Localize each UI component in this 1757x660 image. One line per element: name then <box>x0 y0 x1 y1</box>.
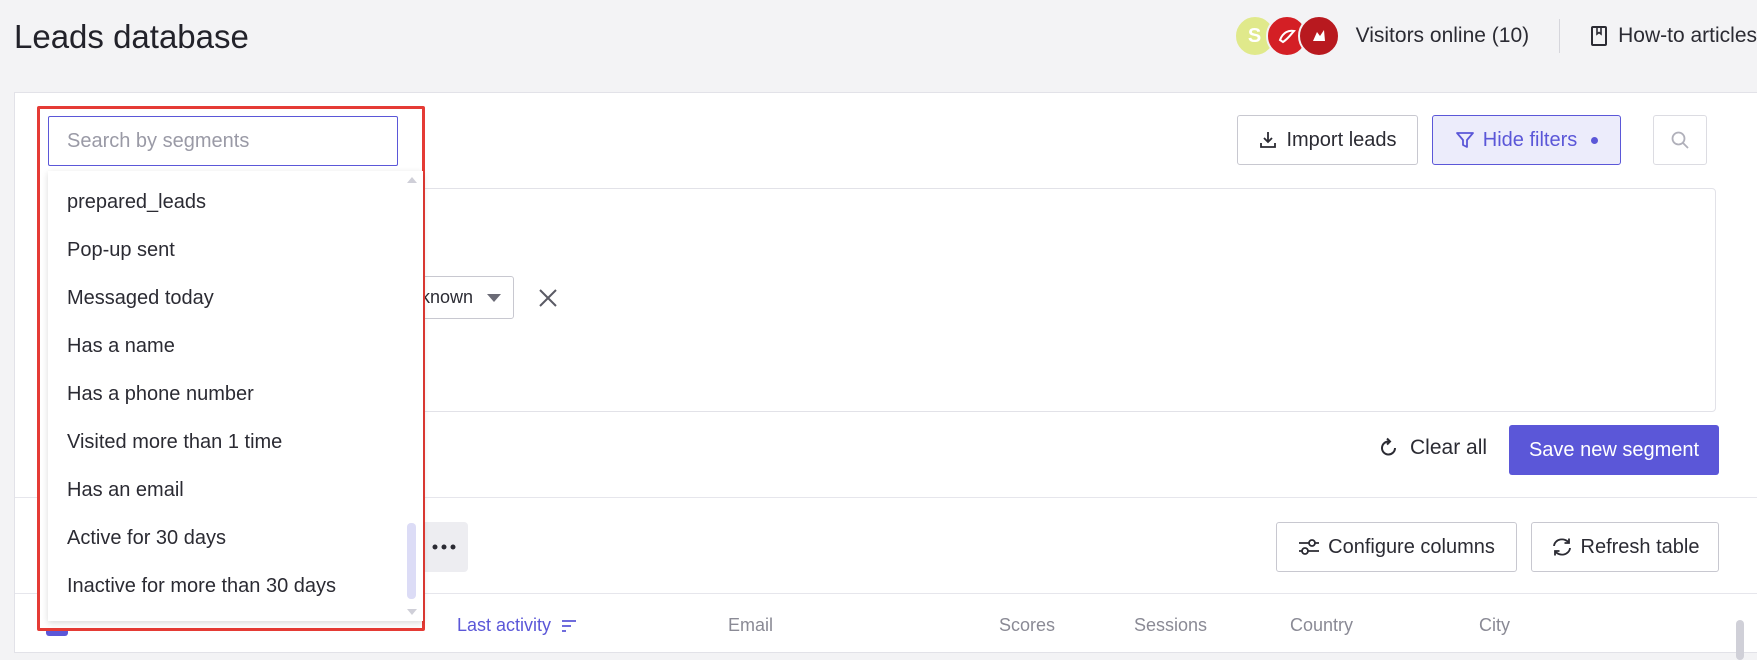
avatar[interactable] <box>1297 15 1340 57</box>
hide-filters-button[interactable]: Hide filters <box>1432 115 1621 165</box>
segment-option[interactable]: prepared_leads <box>67 191 206 214</box>
visitors-online-link[interactable]: Visitors online (10) <box>1356 24 1530 48</box>
segment-search-input[interactable] <box>48 116 398 166</box>
scrollbar-thumb[interactable] <box>1736 620 1744 660</box>
segment-option[interactable]: Visited more than 1 time <box>67 431 282 454</box>
scroll-down-arrow-icon[interactable] <box>407 609 417 615</box>
segment-option[interactable]: Messaged today <box>67 287 214 310</box>
refresh-table-button[interactable]: Refresh table <box>1531 522 1719 572</box>
search-button[interactable] <box>1653 115 1707 165</box>
segment-dropdown: prepared_leads Pop-up sent Messaged toda… <box>37 106 425 631</box>
segment-option[interactable]: Has a phone number <box>67 383 254 406</box>
column-header-last-activity-label: Last activity <box>457 615 552 635</box>
filter-icon <box>1455 132 1474 148</box>
column-header-email[interactable]: Email <box>728 615 773 636</box>
more-actions-button[interactable] <box>420 522 468 572</box>
clear-all-label: Clear all <box>1410 436 1488 459</box>
import-leads-label: Import leads <box>1286 128 1397 151</box>
clear-all-button[interactable]: Clear all <box>1378 436 1487 460</box>
download-icon <box>1260 132 1277 148</box>
how-to-articles-link[interactable]: How-to articles <box>1590 24 1757 48</box>
column-header-sessions[interactable]: Sessions <box>1134 615 1207 636</box>
refresh-table-label: Refresh table <box>1580 535 1700 558</box>
table-scrollbar[interactable] <box>1734 600 1746 660</box>
how-to-articles-label: How-to articles <box>1618 24 1757 47</box>
configure-columns-button[interactable]: Configure columns <box>1276 522 1517 572</box>
refresh-icon <box>1552 538 1571 556</box>
page-title: Leads database <box>14 18 249 55</box>
column-header-scores[interactable]: Scores <box>999 615 1055 636</box>
scrollbar-thumb[interactable] <box>407 523 416 599</box>
more-horizontal-icon <box>432 544 456 550</box>
chevron-down-icon <box>487 293 501 302</box>
column-header-country[interactable]: Country <box>1290 615 1353 636</box>
divider <box>1559 19 1561 53</box>
segment-option[interactable]: Has an email <box>67 479 184 502</box>
segment-list: prepared_leads Pop-up sent Messaged toda… <box>48 171 423 621</box>
book-icon <box>1591 26 1608 46</box>
save-new-segment-button[interactable]: Save new segment <box>1509 425 1719 475</box>
visitor-avatars[interactable]: S <box>1233 15 1340 57</box>
segment-list-scrollbar[interactable] <box>405 171 419 621</box>
segment-option[interactable]: Has a name <box>67 335 175 358</box>
header-right: S Visitors online (10) How-to articles <box>1233 15 1757 57</box>
segment-option[interactable]: Active for 30 days <box>67 527 226 550</box>
import-leads-button[interactable]: Import leads <box>1237 115 1418 165</box>
reset-icon <box>1381 437 1396 456</box>
sliders-icon <box>1299 539 1320 555</box>
segment-option[interactable]: Inactive for more than 30 days <box>67 575 336 598</box>
column-header-last-activity[interactable]: Last activity <box>457 615 577 636</box>
active-filter-indicator <box>1591 136 1599 144</box>
hide-filters-label: Hide filters <box>1482 128 1578 151</box>
segment-option[interactable]: Pop-up sent <box>67 239 175 262</box>
condition-value: known <box>420 287 473 307</box>
remove-condition-icon[interactable] <box>535 285 561 311</box>
sort-icon <box>562 619 577 632</box>
search-icon <box>1671 131 1689 149</box>
column-header-city[interactable]: City <box>1479 615 1510 636</box>
scroll-up-arrow-icon[interactable] <box>407 177 417 183</box>
configure-columns-label: Configure columns <box>1328 535 1495 558</box>
